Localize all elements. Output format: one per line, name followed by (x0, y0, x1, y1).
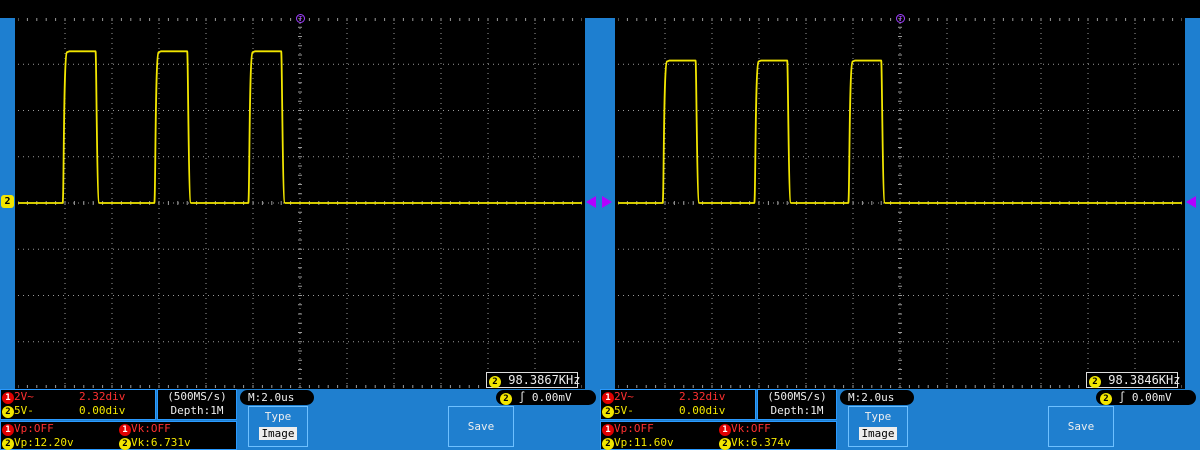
circle-1-icon: 1 (719, 424, 731, 436)
trigger-readout[interactable]: 2 ∫ 0.00mV (496, 390, 596, 405)
frequency-readout: 2 98.3867KHz (486, 372, 581, 388)
type-label: Type (864, 410, 892, 423)
trigger-level-value: 0.00mV (1131, 391, 1172, 404)
circle-2-icon: 2 (500, 393, 512, 405)
waveform-svg (618, 18, 1182, 388)
ch2-vp: Vp:11.60v (614, 436, 674, 449)
type-label: Type (264, 410, 292, 423)
scope-right: T 2 98.3846KHz 1 2V~ 2.32div 2 5V- 0.00div… (600, 0, 1200, 450)
ch2-waveform (18, 50, 582, 204)
ch1-offset: 2.32div (79, 390, 126, 403)
circle-1-icon: 1 (2, 392, 14, 404)
circle-1-icon: 1 (2, 424, 14, 436)
circle-2-icon: 2 (602, 438, 614, 450)
bottom-panel: 1 2V~ 2.32div 2 5V- 0.00div (500MS/s) Dept… (600, 389, 1200, 450)
sample-rate: (500MS/s) (167, 390, 227, 403)
ch2-offset: 0.00div (679, 404, 726, 417)
circle-2-icon: 2 (489, 376, 501, 388)
timebase-readout[interactable]: M:2.0us (240, 390, 314, 405)
ch2-offset: 0.00div (79, 404, 126, 417)
ch2-scale: 5V- (14, 404, 34, 417)
scope-left: 2 T 2 98.3867KHz 1 2V~ 2.32div 2 5V- 0.00d… (0, 0, 600, 450)
ch1-scale: 2V~ (14, 390, 34, 403)
circle-2-icon: 2 (2, 438, 14, 450)
trigger-position-marker[interactable]: T (896, 14, 905, 23)
acquisition-box[interactable]: (500MS/s) Depth:1M (157, 389, 237, 420)
rising-edge-icon: ∫ (1118, 391, 1126, 404)
type-value: Image (259, 427, 297, 440)
trigger-level-value: 0.00mV (531, 391, 572, 404)
measurement-box[interactable]: 1 Vp:OFF 1 Vk:OFF 2 Vp:11.60v 2 Vk:6.374v (600, 421, 837, 450)
trigger-level-arrow[interactable] (586, 196, 596, 208)
circle-1-icon: 1 (119, 424, 131, 436)
ch2-vk: Vk:6.731v (131, 436, 191, 449)
ch2-waveform (618, 59, 1182, 204)
circle-2-icon: 2 (1089, 376, 1101, 388)
frequency-value: 98.3846KHz (1108, 373, 1181, 387)
circle-2-icon: 2 (2, 406, 14, 418)
channel-info-box[interactable]: 1 2V~ 2.32div 2 5V- 0.00div (0, 389, 156, 420)
frequency-value: 98.3867KHz (508, 373, 581, 387)
channel-marker-arrow[interactable] (602, 196, 612, 208)
acquisition-box[interactable]: (500MS/s) Depth:1M (757, 389, 837, 420)
type-button[interactable]: Type Image (848, 406, 908, 447)
ch1-vk: Vk:OFF (731, 422, 771, 435)
waveform-display (618, 18, 1182, 388)
circle-2-icon: 2 (119, 438, 131, 450)
memory-depth: Depth:1M (170, 404, 224, 417)
memory-depth: Depth:1M (770, 404, 824, 417)
ch1-vp: Vp:OFF (614, 422, 654, 435)
channel-info-box[interactable]: 1 2V~ 2.32div 2 5V- 0.00div (600, 389, 756, 420)
sample-rate: (500MS/s) (767, 390, 827, 403)
ch1-vp: Vp:OFF (14, 422, 54, 435)
waveform-svg (18, 18, 582, 388)
ch1-vk: Vk:OFF (131, 422, 171, 435)
ch2-vp: Vp:12.20v (14, 436, 74, 449)
ch2-scale: 5V- (614, 404, 634, 417)
trigger-readout[interactable]: 2 ∫ 0.00mV (1096, 390, 1196, 405)
timebase-readout[interactable]: M:2.0us (840, 390, 914, 405)
type-button[interactable]: Type Image (248, 406, 308, 447)
rising-edge-icon: ∫ (518, 391, 526, 404)
ch1-offset: 2.32div (679, 390, 726, 403)
measurement-box[interactable]: 1 Vp:OFF 1 Vk:OFF 2 Vp:12.20v 2 Vk:6.731v (0, 421, 237, 450)
circle-1-icon: 1 (602, 392, 614, 404)
type-value: Image (859, 427, 897, 440)
channel-2-marker[interactable]: 2 (1, 195, 14, 208)
frequency-readout: 2 98.3846KHz (1086, 372, 1181, 388)
ch2-vk: Vk:6.374v (731, 436, 791, 449)
save-button[interactable]: Save (448, 406, 514, 447)
circle-2-icon: 2 (602, 406, 614, 418)
circle-2-icon: 2 (1100, 393, 1112, 405)
circle-2-icon: 2 (719, 438, 731, 450)
circle-1-icon: 1 (602, 424, 614, 436)
save-button[interactable]: Save (1048, 406, 1114, 447)
ch1-scale: 2V~ (614, 390, 634, 403)
trigger-position-marker[interactable]: T (296, 14, 305, 23)
trigger-level-arrow[interactable] (1186, 196, 1196, 208)
bottom-panel: 1 2V~ 2.32div 2 5V- 0.00div (500MS/s) Dept… (0, 389, 600, 450)
waveform-display (18, 18, 582, 388)
